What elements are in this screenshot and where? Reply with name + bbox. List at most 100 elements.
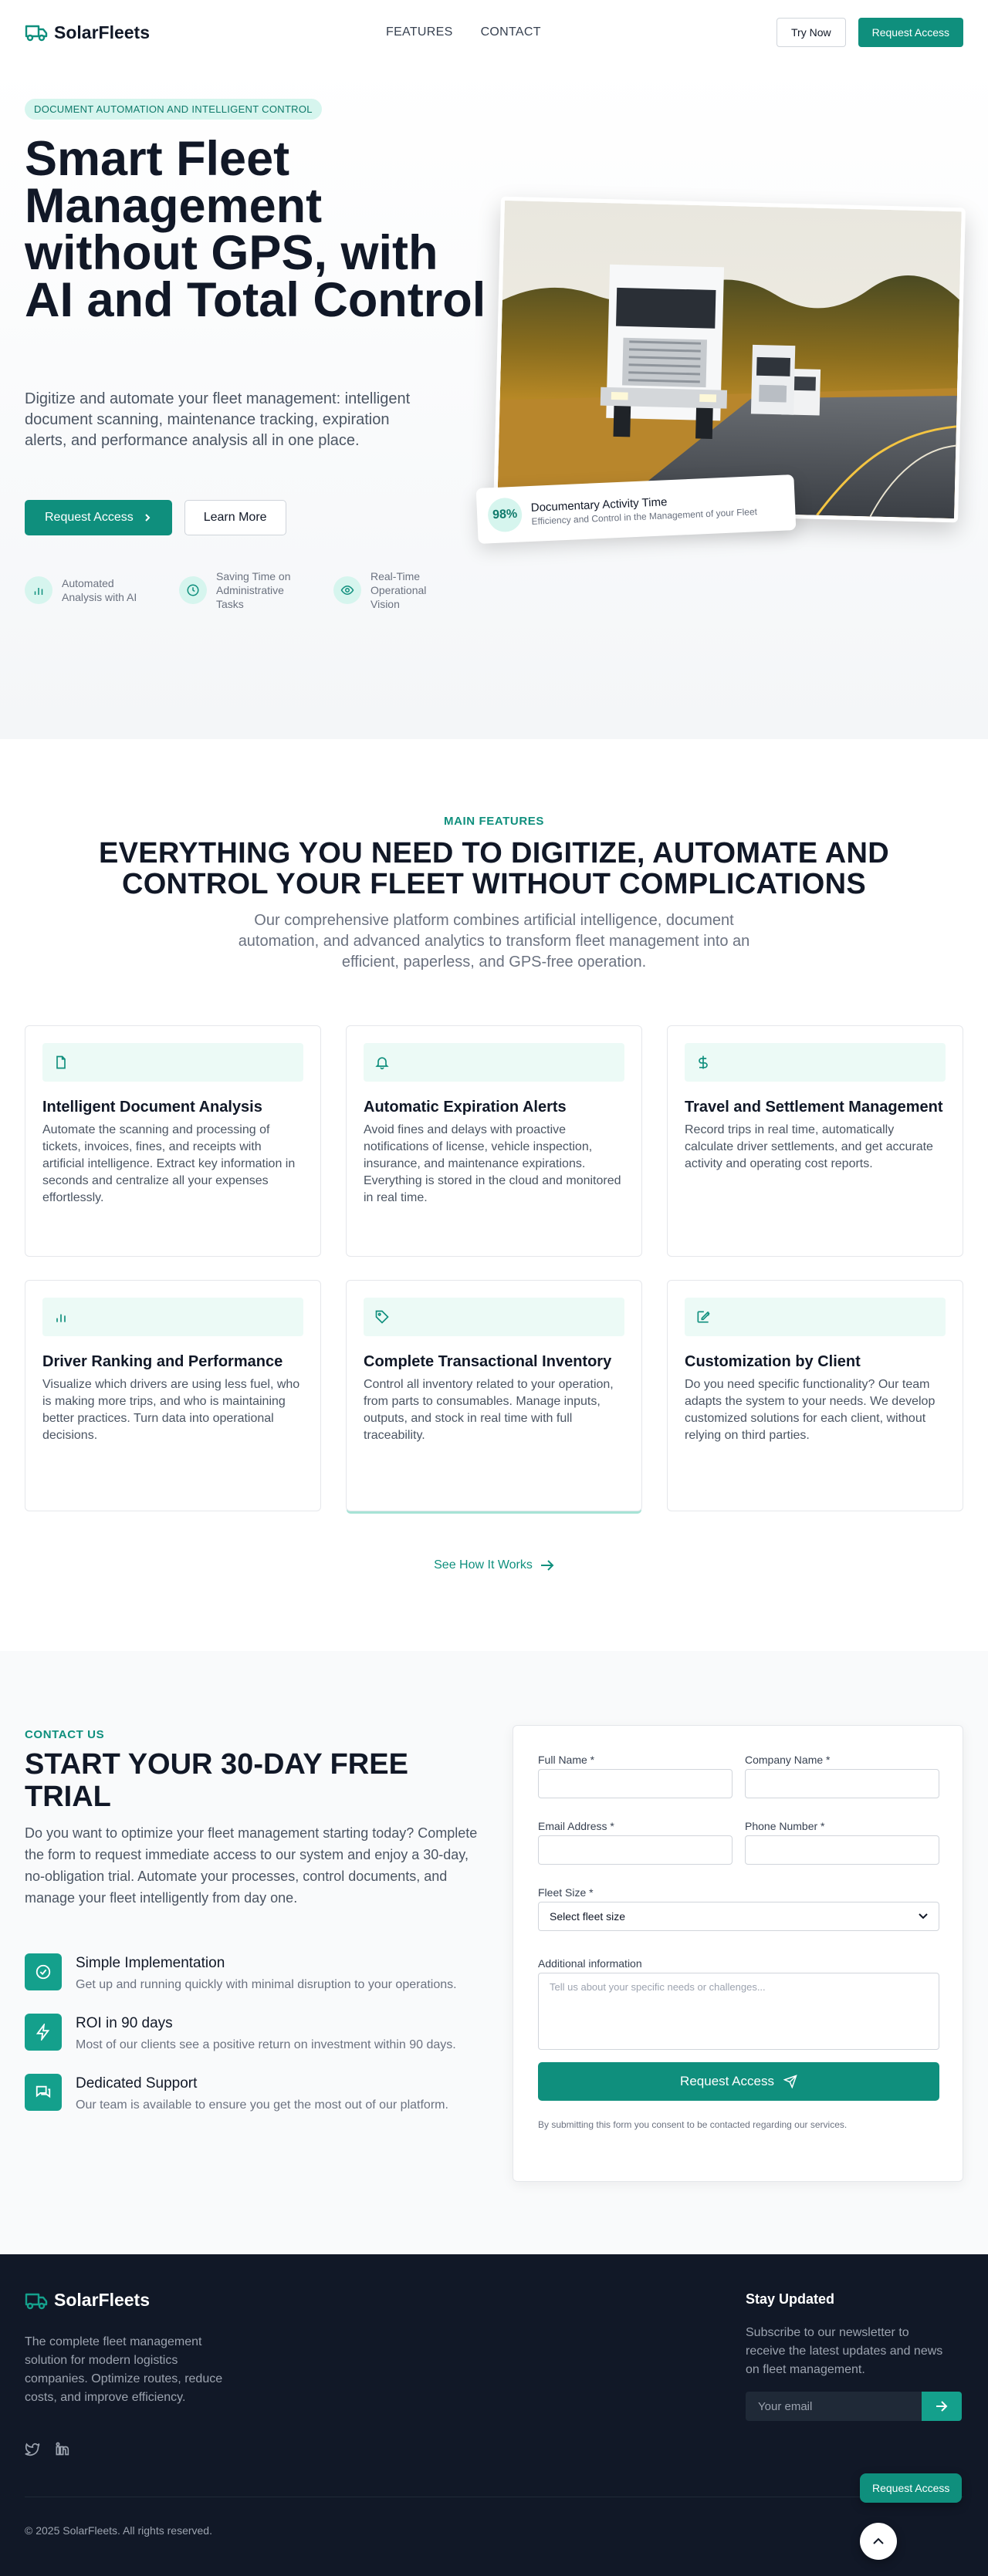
feature-card-text: Do you need specific functionality? Our …	[685, 1378, 936, 1442]
feature-card-text: Automate the scanning and processing of …	[42, 1123, 296, 1204]
footer-brand[interactable]: SolarFleets	[25, 2290, 150, 2311]
eye-icon	[333, 576, 361, 604]
form-submit-label: Request Access	[680, 2074, 774, 2088]
feature-card: Automatic Expiration Alerts Avoid fines …	[346, 1025, 642, 1257]
fleet-size-value: Select fleet size	[550, 1910, 626, 1923]
feature-card: Complete Transactional Inventory Control…	[346, 1280, 642, 1511]
lightning-icon	[25, 2014, 62, 2051]
try-now-button[interactable]: Try Now	[777, 18, 846, 47]
company-name-label: Company Name *	[745, 1754, 831, 1766]
phone-input[interactable]	[745, 1835, 939, 1865]
newsletter-submit-button[interactable]	[922, 2392, 962, 2421]
footer-description: The complete fleet management solution f…	[25, 2335, 223, 2404]
feature-card-text: Control all inventory related to your op…	[364, 1378, 614, 1442]
request-access-form: Full Name * Company Name * Email Address…	[513, 1725, 963, 2182]
hero-feature-label: Real-Time Operational Vision	[370, 570, 427, 610]
hero-badge: DOCUMENT AUTOMATION AND INTELLIGENT CONT…	[25, 99, 322, 120]
hero-feature-label: Automated Analysis with AI	[62, 577, 137, 603]
twitter-icon[interactable]	[25, 2441, 40, 2460]
social-links	[25, 2441, 69, 2460]
features-eyebrow: MAIN FEATURES	[443, 815, 545, 828]
features-section: MAIN FEATURES EVERYTHING YOU NEED TO DIG…	[0, 739, 988, 1651]
hero-feature-label: Saving Time on Administrative Tasks	[216, 570, 291, 610]
feature-card: Driver Ranking and Performance Visualize…	[25, 1280, 321, 1511]
learn-more-button[interactable]: Learn More	[184, 500, 286, 535]
feature-card-title: Intelligent Document Analysis	[42, 1099, 262, 1116]
nav-links: FEATURES CONTACT	[386, 25, 541, 39]
company-name-input[interactable]	[745, 1769, 939, 1798]
bar-chart-icon	[42, 1298, 303, 1336]
arrow-right-icon	[936, 2401, 948, 2412]
truck-icon	[25, 2293, 48, 2309]
additional-info-textarea[interactable]: Tell us about your specific needs or cha…	[538, 1973, 939, 2050]
linkedin-icon[interactable]	[54, 2441, 69, 2460]
fleet-size-select[interactable]: Select fleet size	[538, 1902, 939, 1931]
feature-card-title: Driver Ranking and Performance	[42, 1353, 283, 1370]
hero-description: Digitize and automate your fleet managem…	[25, 390, 411, 449]
benefit-item: Dedicated Support Our team is available t…	[25, 2074, 480, 2114]
contact-section: CONTACT US START YOUR 30-DAY FREE TRIAL …	[0, 1651, 988, 2254]
hero-feature-item: Automated Analysis with AI	[25, 569, 148, 611]
newsletter-email-input[interactable]: Your email	[746, 2392, 922, 2421]
nav-link-contact[interactable]: CONTACT	[481, 25, 541, 39]
hero-request-access-button[interactable]: Request Access	[25, 500, 172, 535]
brand-name: SolarFleets	[54, 22, 150, 42]
contact-description: Do you want to optimize your fleet manag…	[25, 1825, 478, 1906]
newsletter-title: Stay Updated	[746, 2291, 835, 2307]
chevron-right-icon	[145, 514, 151, 522]
hero-feature-list: Automated Analysis with AI Saving Time o…	[25, 569, 442, 611]
nav-request-access-button[interactable]: Request Access	[858, 18, 963, 47]
stat-value: 98%	[487, 497, 523, 533]
check-circle-icon	[25, 1953, 62, 1990]
contact-eyebrow: CONTACT US	[25, 1728, 105, 1741]
hero-title: Smart Fleet Management without GPS, with…	[25, 132, 486, 327]
newsletter-description: Subscribe to our newsletter to receive t…	[746, 2326, 943, 2376]
benefit-title: Dedicated Support	[76, 2075, 198, 2092]
nav-actions: Try Now Request Access	[777, 18, 963, 47]
feature-card-title: Automatic Expiration Alerts	[364, 1099, 567, 1116]
bell-icon	[364, 1043, 624, 1082]
see-how-label: See How It Works	[434, 1558, 533, 1572]
top-nav: SolarFleets FEATURES CONTACT Try Now Req…	[0, 0, 988, 65]
feature-card-title: Customization by Client	[685, 1353, 861, 1370]
file-icon	[42, 1043, 303, 1082]
phone-label: Phone Number *	[745, 1820, 825, 1832]
features-title: EVERYTHING YOU NEED TO DIGITIZE, AUTOMAT…	[98, 837, 890, 900]
feature-card: Customization by Client Do you need spec…	[667, 1280, 963, 1511]
send-icon	[783, 2075, 797, 2088]
arrow-right-icon	[540, 1560, 554, 1571]
copyright-text: © 2025 SolarFleets. All rights reserved.	[25, 2524, 212, 2537]
dollar-icon	[685, 1043, 946, 1082]
edit-icon	[685, 1298, 946, 1336]
floating-request-access-button[interactable]: Request Access	[860, 2473, 963, 2503]
footer-brand-name: SolarFleets	[54, 2290, 150, 2310]
hero-cta-group: Request Access Learn More	[25, 500, 286, 535]
chat-icon	[25, 2074, 62, 2111]
benefit-title: ROI in 90 days	[76, 2015, 173, 2031]
feature-card-text: Avoid fines and delays with proactive no…	[364, 1123, 621, 1204]
feature-card-text: Visualize which drivers are using less f…	[42, 1378, 300, 1442]
full-name-label: Full Name *	[538, 1754, 595, 1766]
chevron-up-icon	[873, 2537, 884, 2544]
clock-icon	[179, 576, 207, 604]
hero-request-access-label: Request Access	[45, 511, 134, 524]
form-submit-button[interactable]: Request Access	[538, 2062, 939, 2101]
nav-link-features[interactable]: FEATURES	[386, 25, 453, 39]
hero-section: DOCUMENT AUTOMATION AND INTELLIGENT CONT…	[0, 65, 988, 739]
email-input[interactable]	[538, 1835, 733, 1865]
benefit-text: Most of our clients see a positive retur…	[76, 2038, 456, 2051]
truck-icon	[25, 25, 48, 42]
email-label: Email Address *	[538, 1820, 614, 1832]
feature-card-title: Travel and Settlement Management	[685, 1099, 943, 1116]
see-how-it-works-link[interactable]: See How It Works	[0, 1558, 988, 1572]
brand-logo[interactable]: SolarFleets	[25, 22, 150, 43]
site-footer: SolarFleets The complete fleet managemen…	[0, 2254, 988, 2576]
benefit-title: Simple Implementation	[76, 1955, 225, 1971]
hero-feature-item: Saving Time on Administrative Tasks	[179, 569, 303, 611]
feature-card: Travel and Settlement Management Record …	[667, 1025, 963, 1257]
benefit-item: Simple Implementation Get up and running …	[25, 1953, 480, 1994]
chevron-down-icon	[919, 1913, 928, 1919]
scroll-to-top-button[interactable]	[860, 2523, 897, 2560]
full-name-input[interactable]	[538, 1769, 733, 1798]
hero-feature-item: Real-Time Operational Vision	[333, 569, 442, 611]
